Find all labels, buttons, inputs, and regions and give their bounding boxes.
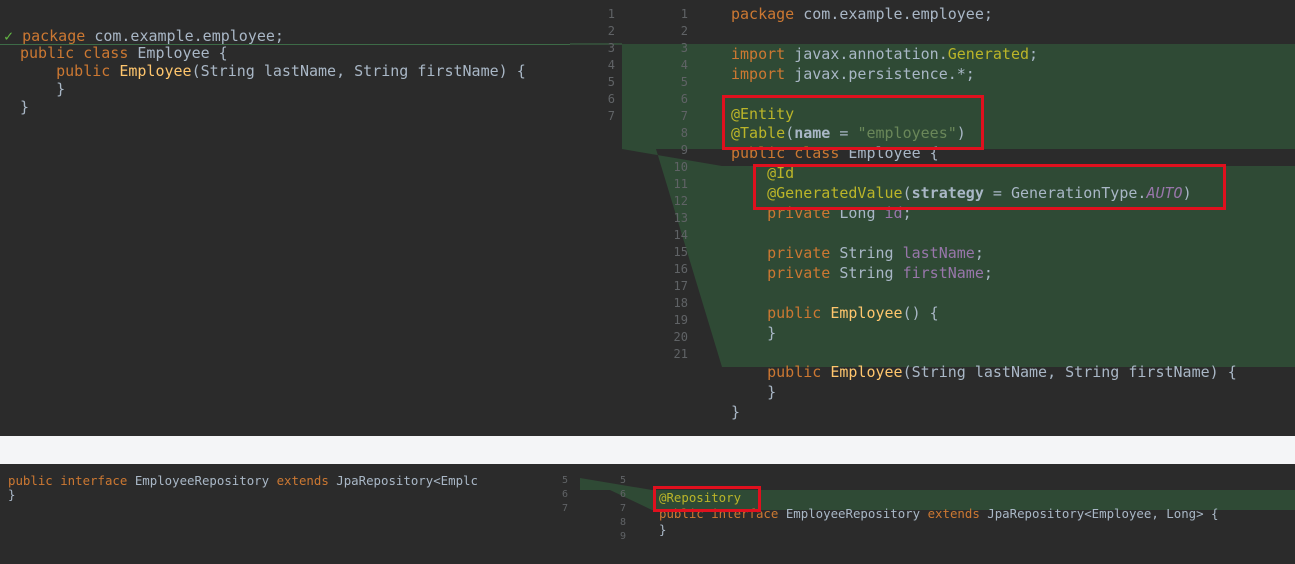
bottom-gutter-right: 5 6 7 8 9 <box>619 475 626 542</box>
left-line-1-rest: com.example.employee; <box>94 27 284 45</box>
diff-panel-bottom: public interface EmployeeRepository exte… <box>0 464 1295 564</box>
right-code-pane: package com.example.employee; import jav… <box>731 5 1237 422</box>
left-code-pane: ✓ package com.example.employee; <box>4 27 284 45</box>
bottom-gutter-left: 5 6 7 <box>561 475 568 514</box>
left-code-class: public class Employee { public Employee(… <box>20 44 526 116</box>
gutter-left: 1 2 3 4 5 6 7 <box>607 7 615 123</box>
diff-panel-top: ✓ package com.example.employee; public c… <box>0 0 1295 436</box>
id-generatedvalue-highlight-box <box>753 164 1226 210</box>
bottom-left-code: public interface EmployeeRepository exte… <box>8 473 478 502</box>
screenshot-divider <box>0 436 1295 464</box>
repository-highlight-box <box>653 486 761 512</box>
gutter-right: 1 2 3 4 5 6 7 8 9 10 11 12 13 14 15 16 1… <box>673 7 688 361</box>
check-icon: ✓ <box>4 27 14 45</box>
entity-table-highlight-box <box>722 95 984 150</box>
